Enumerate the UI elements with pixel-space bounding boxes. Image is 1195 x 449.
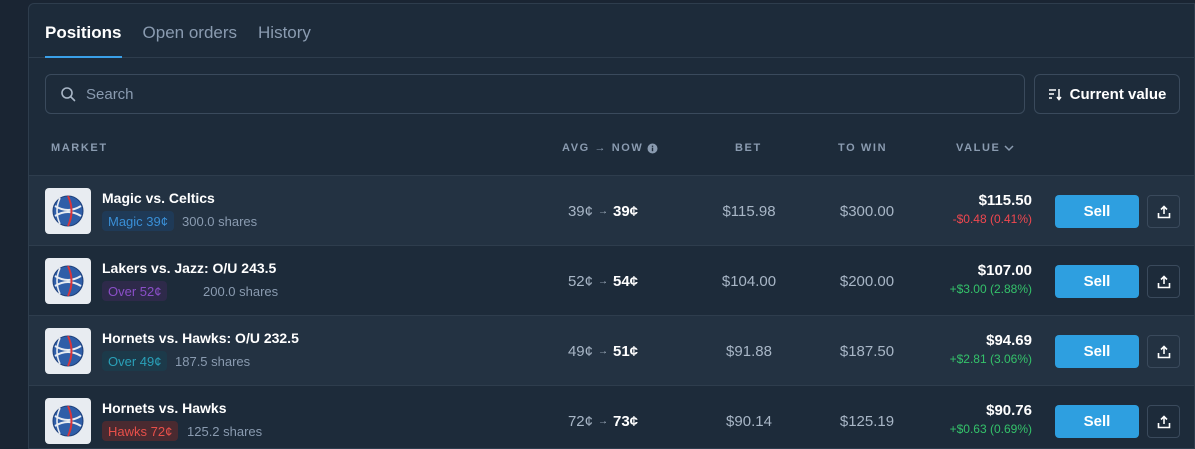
bet-amount: $115.98: [722, 202, 776, 220]
basketball-icon: [52, 335, 84, 367]
value-amount: $107.00: [977, 262, 1032, 279]
positions-panel: Positions Open orders History Current va…: [28, 3, 1195, 449]
col-value[interactable]: VALUE: [956, 142, 1014, 154]
position-value: $94.69 +$2.81 (3.06%): [950, 332, 1032, 366]
to-win-amount: $200.00: [839, 272, 895, 290]
share-icon: [1157, 204, 1170, 218]
search-input[interactable]: [86, 85, 986, 103]
market-title[interactable]: Hornets vs. Hawks: [102, 400, 227, 416]
now-price: 73¢: [613, 412, 639, 430]
share-button[interactable]: [1147, 335, 1180, 368]
market-title[interactable]: Magic vs. Celtics: [102, 190, 215, 206]
bet-amount: $91.88: [726, 342, 772, 360]
bet-amount: $104.00: [721, 272, 777, 290]
share-button[interactable]: [1147, 265, 1180, 298]
avg-price: 39¢: [567, 202, 593, 220]
value-change: +$3.00 (2.88%): [949, 282, 1032, 296]
info-icon[interactable]: [647, 143, 658, 154]
now-price: 39¢: [613, 202, 639, 220]
basketball-icon: [52, 265, 84, 297]
outcome-badge: Hawks 72¢: [102, 421, 179, 441]
share-count: 300.0 shares: [182, 214, 258, 229]
col-to-win: TO WIN: [838, 142, 888, 154]
col-avg-now: AVG → NOW: [562, 142, 658, 154]
market-title[interactable]: Hornets vs. Hawks: O/U 232.5: [102, 330, 299, 346]
col-value-label: VALUE: [956, 142, 1001, 154]
avg-now-price: 52¢ → 54¢: [529, 246, 677, 316]
positions-table: Magic vs. Celtics Magic 39¢ 300.0 shares…: [29, 175, 1194, 448]
avg-now-price: 39¢ → 39¢: [529, 176, 677, 246]
value-change: -$0.48 (0.41%): [952, 212, 1032, 226]
value-amount: $115.50: [978, 192, 1032, 209]
left-sidebar-edge: [0, 0, 28, 449]
share-count: 125.2 shares: [187, 424, 263, 439]
position-value: $115.50 -$0.48 (0.41%): [953, 192, 1032, 226]
basketball-icon: [52, 405, 84, 437]
table-row[interactable]: Hornets vs. Hawks Hawks 72¢ 125.2 shares…: [29, 386, 1194, 448]
share-button[interactable]: [1147, 195, 1180, 228]
value-change: +$0.63 (0.69%): [949, 422, 1032, 436]
table-row[interactable]: Magic vs. Celtics Magic 39¢ 300.0 shares…: [29, 176, 1194, 246]
bet-amount: $90.14: [726, 412, 772, 430]
sell-button[interactable]: Sell: [1055, 335, 1139, 368]
now-price: 51¢: [613, 342, 639, 360]
col-avg-now-label: AVG → NOW: [562, 142, 644, 154]
table-row[interactable]: Lakers vs. Jazz: O/U 243.5 Over 52¢ 200.…: [29, 246, 1194, 316]
value-change: +$2.81 (3.06%): [949, 352, 1032, 366]
outcome-badge: Over 49¢: [102, 351, 168, 371]
to-win-amount: $187.50: [839, 342, 895, 360]
share-button[interactable]: [1147, 405, 1180, 438]
outcome-badge: Over 52¢: [102, 281, 168, 301]
avg-price: 72¢: [567, 412, 593, 430]
basketball-logo: [45, 398, 91, 444]
arrow-right-icon: →: [598, 345, 608, 357]
avg-now-price: 72¢ → 73¢: [529, 386, 677, 448]
tab-open-orders[interactable]: Open orders: [143, 23, 238, 57]
sort-current-value-button[interactable]: Current value: [1034, 74, 1180, 114]
basketball-logo: [45, 258, 91, 304]
col-bet: BET: [735, 142, 762, 154]
table-header: MARKET AVG → NOW BET TO WIN VALUE: [29, 140, 1194, 176]
to-win-amount: $300.00: [839, 202, 895, 220]
share-icon: [1157, 274, 1170, 288]
sell-button[interactable]: Sell: [1055, 405, 1139, 438]
sell-button[interactable]: Sell: [1055, 195, 1139, 228]
share-icon: [1157, 414, 1170, 428]
search-box[interactable]: [45, 74, 1025, 114]
tab-bar: Positions Open orders History: [29, 4, 1194, 58]
toolbar: Current value: [45, 74, 1180, 114]
now-price: 54¢: [613, 272, 639, 290]
share-count: 187.5 shares: [175, 354, 251, 369]
sort-icon: [1048, 89, 1062, 101]
avg-now-price: 49¢ → 51¢: [529, 316, 677, 386]
value-amount: $94.69: [986, 332, 1032, 349]
sort-label: Current value: [1069, 85, 1167, 103]
basketball-logo: [45, 328, 91, 374]
arrow-right-icon: →: [598, 205, 608, 217]
position-value: $90.76 +$0.63 (0.69%): [950, 402, 1032, 436]
market-title[interactable]: Lakers vs. Jazz: O/U 243.5: [102, 260, 276, 276]
share-icon: [1157, 344, 1170, 358]
arrow-right-icon: →: [598, 275, 608, 287]
tab-positions[interactable]: Positions: [45, 23, 122, 58]
value-amount: $90.76: [986, 402, 1032, 419]
col-market: MARKET: [51, 142, 108, 154]
search-icon: [61, 87, 76, 102]
share-count: 200.0 shares: [203, 284, 279, 299]
tab-history[interactable]: History: [258, 23, 311, 57]
arrow-right-icon: →: [598, 415, 608, 427]
table-row[interactable]: Hornets vs. Hawks: O/U 232.5 Over 49¢ 18…: [29, 316, 1194, 386]
basketball-logo: [45, 188, 91, 234]
basketball-icon: [52, 195, 84, 227]
avg-price: 49¢: [567, 342, 593, 360]
sell-button[interactable]: Sell: [1055, 265, 1139, 298]
to-win-amount: $125.19: [839, 412, 895, 430]
position-value: $107.00 +$3.00 (2.88%): [950, 262, 1032, 296]
outcome-badge: Magic 39¢: [102, 211, 174, 231]
avg-price: 52¢: [567, 272, 593, 290]
chevron-down-icon: [1004, 145, 1014, 152]
